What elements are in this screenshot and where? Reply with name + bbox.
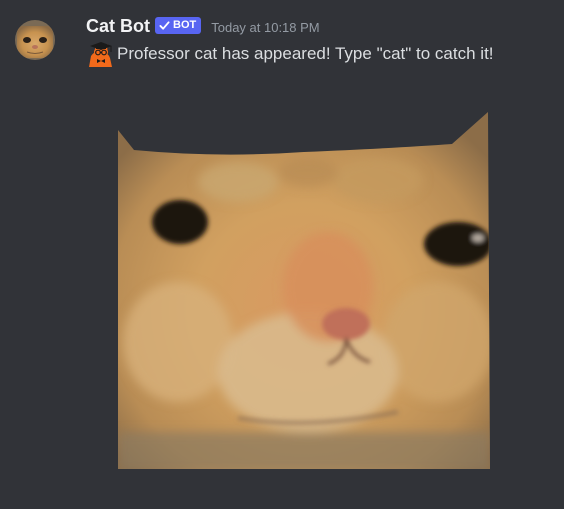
professor-cat-emoji-icon [89, 42, 112, 67]
message-timestamp[interactable]: Today at 10:18 PM [211, 20, 319, 35]
bot-avatar[interactable] [15, 20, 55, 60]
bot-badge: BOT [155, 16, 202, 34]
bot-badge-label: BOT [173, 19, 197, 31]
message-content: Professor cat has appeared! Type "cat" t… [86, 40, 494, 68]
author-name[interactable]: Cat Bot [86, 16, 150, 37]
cat-face-image-icon [118, 112, 490, 469]
verified-check-icon [159, 20, 170, 30]
message-text: Professor cat has appeared! Type "cat" t… [117, 44, 494, 63]
message-header: Cat Bot BOT Today at 10:18 PM [86, 14, 320, 38]
cat-face-avatar-icon [15, 20, 55, 60]
chat-message: Cat Bot BOT Today at 10:18 PM Professor … [0, 0, 564, 509]
image-attachment[interactable] [118, 112, 490, 469]
